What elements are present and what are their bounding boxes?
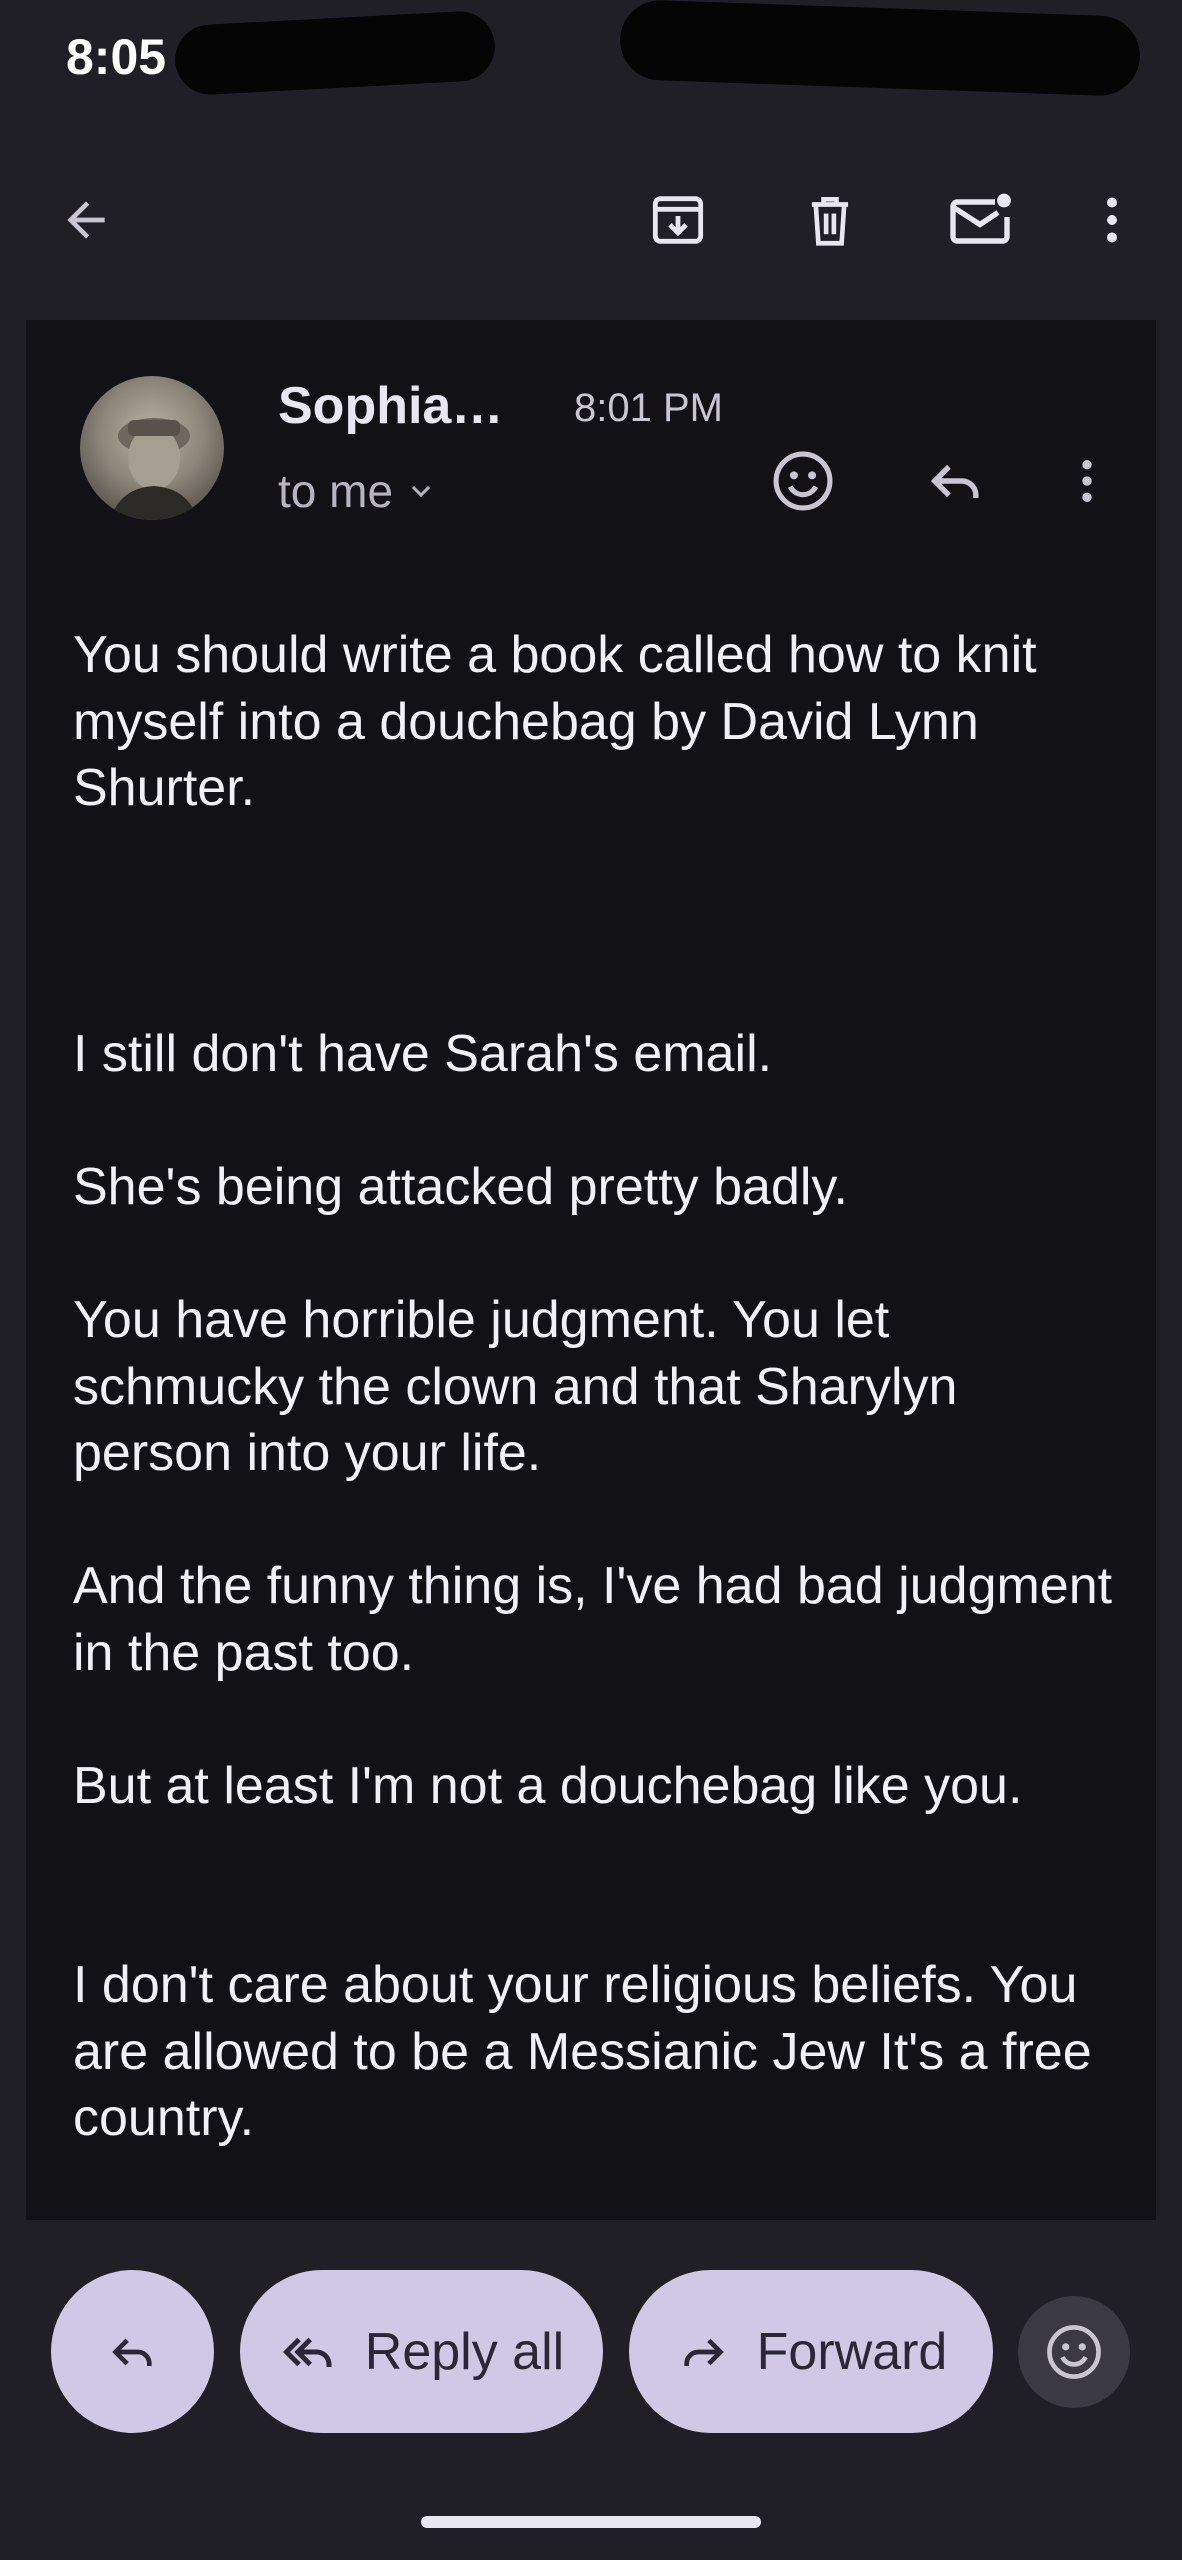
forward-label: Forward: [756, 2322, 948, 2381]
mark-unread-button[interactable]: [930, 170, 1030, 270]
body-paragraph: I don't care about your religious belief…: [73, 1956, 1107, 2147]
reply-button[interactable]: [51, 2270, 214, 2433]
body-paragraph: You have horrible judgment. You let schm…: [73, 1291, 972, 1482]
body-spacer: ​: [73, 822, 1113, 889]
back-button[interactable]: [36, 170, 136, 270]
reply-all-label: Reply all: [364, 2322, 565, 2381]
reply-icon: [930, 464, 979, 498]
body-spacer: ​: [73, 1686, 1113, 1753]
status-bar: 8:05: [0, 0, 1182, 130]
top-toolbar: [0, 170, 1182, 270]
mark-unread-icon: [950, 193, 1011, 244]
body-spacer: ​: [73, 1487, 1113, 1554]
forward-button[interactable]: Forward: [629, 2270, 993, 2433]
emoji-icon: [773, 451, 833, 511]
emoji-reaction-button[interactable]: [1018, 2296, 1130, 2408]
emoji-icon: [1047, 2325, 1101, 2379]
forward-icon: [683, 2338, 724, 2366]
message-more-options-button[interactable]: [1042, 436, 1132, 526]
reply-all-button[interactable]: Reply all: [240, 2270, 603, 2433]
redaction-mark: [173, 9, 497, 97]
more-options-button[interactable]: [1062, 170, 1162, 270]
body-spacer: ​: [73, 955, 1113, 1022]
chevron-down-icon: [412, 485, 431, 498]
recipient-details-toggle[interactable]: to me: [278, 464, 437, 518]
recipient-label: to me: [278, 465, 394, 517]
avatar[interactable]: [80, 376, 224, 520]
status-time: 8:05: [66, 29, 167, 85]
reply-all-icon: [282, 2337, 332, 2367]
home-indicator[interactable]: [421, 2516, 761, 2528]
back-arrow-icon: [67, 201, 105, 239]
reply-icon: [111, 2338, 152, 2366]
redaction-mark: [618, 0, 1142, 98]
body-paragraph: You should write a book called how to kn…: [73, 626, 1052, 817]
reply-button[interactable]: [911, 436, 1001, 526]
delete-button[interactable]: [780, 170, 880, 270]
add-reaction-button[interactable]: [758, 436, 848, 526]
email-message-card: Sophia… 8:01 PM to me You should write a…: [26, 320, 1156, 2220]
delete-icon: [811, 197, 849, 246]
more-vert-icon: [1107, 197, 1117, 243]
sender-name[interactable]: Sophia…: [278, 376, 503, 436]
more-vert-icon: [1082, 460, 1092, 502]
message-time: 8:01 PM: [574, 386, 723, 430]
body-spacer: ​: [73, 888, 1113, 955]
body-spacer: ​: [73, 1819, 1113, 1886]
archive-icon: [652, 196, 704, 244]
avatar-photo: [110, 418, 198, 520]
body-paragraph: But at least I'm not a douchebag like yo…: [73, 1756, 1023, 1815]
bottom-action-bar: Reply all Forward: [0, 2270, 1182, 2435]
body-spacer: ​: [73, 1221, 1113, 1288]
body-spacer: ​: [73, 1886, 1113, 1953]
body-paragraph: I still don't have Sarah's email.: [73, 1025, 773, 1083]
body-paragraph: She's being attacked pretty badly.: [73, 1158, 848, 1216]
email-body: You should write a book called how to kn…: [73, 622, 1113, 2152]
body-paragraph: And the funny thing is, I've had bad jud…: [73, 1557, 1127, 1682]
body-spacer: ​: [73, 1088, 1113, 1155]
archive-button[interactable]: [628, 170, 728, 270]
